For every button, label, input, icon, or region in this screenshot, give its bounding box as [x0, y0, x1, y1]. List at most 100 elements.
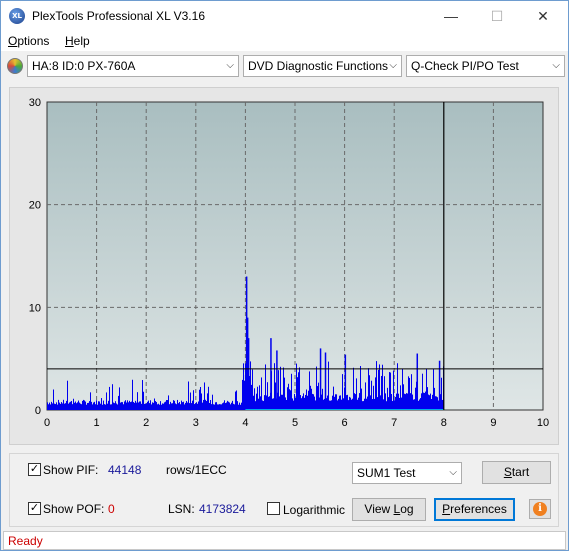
view-log-button[interactable]: View Log: [352, 498, 426, 521]
function-select[interactable]: DVD Diagnostic Functions ⌵: [243, 55, 402, 77]
menu-options[interactable]: Options: [8, 34, 49, 48]
pif-bar: [290, 390, 291, 410]
pif-bar: [116, 403, 117, 410]
pif-bar: [405, 394, 406, 410]
pif-bar: [433, 368, 434, 410]
start-mnemonic: S: [503, 465, 512, 479]
pif-bar: [177, 399, 178, 410]
pif-bar: [179, 402, 180, 410]
pif-bar: [154, 398, 155, 410]
pif-bar: [368, 368, 369, 410]
test-select[interactable]: Q-Check PI/PO Test ⌵: [406, 55, 565, 77]
pif-bar: [161, 404, 162, 410]
pif-bar: [131, 401, 132, 410]
pif-bar: [418, 400, 419, 410]
pif-bar: [68, 403, 69, 410]
pif-bar: [85, 401, 86, 410]
start-button[interactable]: Start: [482, 461, 551, 484]
pif-bar: [104, 404, 105, 410]
pif-bar: [278, 370, 279, 410]
pif-bar: [170, 401, 171, 410]
pif-bar: [109, 386, 110, 410]
pif-value: 44148: [108, 463, 142, 477]
plextools-logo-icon: XL: [9, 8, 25, 24]
pif-bar: [125, 400, 126, 410]
menu-help-mnemonic: H: [65, 34, 74, 48]
pif-bar: [265, 364, 266, 410]
minimize-button[interactable]: —: [428, 1, 474, 31]
pif-bar: [348, 400, 349, 410]
pif-bar: [82, 400, 83, 410]
pif-bar: [389, 372, 390, 410]
pif-bar: [96, 400, 97, 410]
pif-bar: [260, 396, 261, 410]
pif-bar: [327, 395, 328, 410]
pif-bar: [331, 400, 332, 410]
pif-bar: [84, 400, 85, 410]
pif-bar: [90, 392, 91, 410]
pif-bar: [427, 387, 428, 410]
x-tick-label: 7: [391, 417, 397, 429]
pif-bar: [414, 399, 415, 410]
x-tick-label: 8: [441, 417, 447, 429]
pif-bar: [113, 402, 114, 410]
pif-bar: [207, 393, 208, 410]
sum-test-select[interactable]: SUM1 Test ⌵: [352, 462, 462, 484]
pif-bar: [424, 392, 425, 410]
show-pif-label: Show PIF:: [43, 463, 99, 477]
pif-bar: [304, 397, 305, 410]
pif-bar: [366, 398, 367, 410]
pif-bar: [132, 379, 133, 410]
pif-bar: [98, 401, 99, 410]
pif-bar: [407, 393, 408, 410]
pif-bar: [298, 372, 299, 410]
pif-bar: [198, 401, 199, 410]
pif-bar: [210, 399, 211, 410]
pif-bar: [172, 403, 173, 410]
pif-bar: [334, 396, 335, 410]
drive-select[interactable]: HA:8 ID:0 PX-760A ⌵: [27, 55, 239, 77]
pif-bar: [313, 394, 314, 410]
pif-bar: [153, 402, 154, 410]
pif-bar: [342, 374, 343, 410]
pif-bar: [259, 385, 260, 410]
info-button[interactable]: i: [529, 499, 551, 519]
status-text: Ready: [8, 534, 43, 548]
pif-bar: [413, 399, 414, 410]
preferences-mnemonic: P: [442, 502, 451, 516]
pif-bar: [390, 372, 391, 410]
pif-bar: [55, 404, 56, 410]
disc-drive-icon: [7, 58, 23, 74]
pif-bar: [406, 393, 407, 410]
pif-bar: [272, 398, 273, 410]
pif-bar: [225, 403, 226, 410]
pif-bar: [200, 387, 201, 410]
menu-help[interactable]: Help: [65, 34, 90, 48]
close-button[interactable]: ✕: [520, 1, 566, 31]
logarithmic-checkbox[interactable]: [267, 502, 280, 515]
pif-bar: [306, 389, 307, 410]
pif-bar: [233, 403, 234, 410]
pif-bar: [219, 404, 220, 410]
pif-bar: [312, 393, 313, 410]
pif-bar: [286, 399, 287, 410]
show-pif-checkbox[interactable]: ✓: [28, 463, 41, 476]
pif-bar: [176, 404, 177, 410]
pif-bar: [142, 380, 143, 410]
pif-bar: [105, 404, 106, 410]
pif-bar: [330, 400, 331, 410]
pif-bar: [300, 395, 301, 410]
info-icon: i: [533, 502, 547, 516]
show-pof-label: Show POF:: [43, 502, 105, 516]
lsn-label: LSN:: [168, 502, 195, 516]
pif-bar: [318, 382, 319, 410]
pif-bar: [129, 400, 130, 410]
pif-bar: [305, 394, 306, 410]
pif-bar: [167, 400, 168, 410]
maximize-button[interactable]: ☐: [474, 1, 520, 31]
pif-bar: [340, 395, 341, 410]
pif-bar: [380, 395, 381, 410]
pif-bar: [52, 403, 53, 410]
preferences-button[interactable]: Preferences: [434, 498, 515, 521]
show-pof-checkbox[interactable]: ✓: [28, 502, 41, 515]
